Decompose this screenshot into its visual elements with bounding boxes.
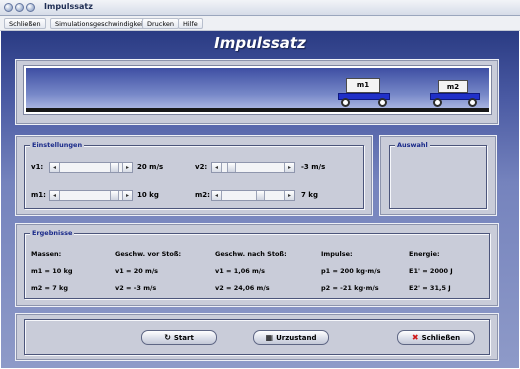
- menu-item-drucken[interactable]: Drucken: [142, 18, 180, 29]
- window-title: Impulssatz: [44, 2, 93, 11]
- menu-bar: Schließen Simulationsgeschwindigkeit Dru…: [0, 16, 520, 31]
- reset-button-label: Urzustand: [276, 333, 317, 342]
- start-button[interactable]: ↻ Start: [141, 330, 217, 345]
- settings-legend: Einstellungen: [30, 141, 85, 149]
- m1-value: 10 kg: [137, 191, 159, 199]
- result-v2-before: v2 = -3 m/s: [115, 284, 157, 292]
- maximize-icon[interactable]: [26, 3, 35, 12]
- result-p1: p1 = 200 kg·m/s: [321, 267, 381, 275]
- button-panel: ↻ Start ▦ Urzustand ✖ Schließen: [15, 313, 499, 361]
- settings-panel: Einstellungen v1: ◂ ▸ 20 m/s v2: ◂ ▸ -3 …: [15, 135, 373, 216]
- v1-label: v1:: [31, 163, 44, 171]
- results-header-nach: Geschw. nach Stoß:: [215, 250, 287, 258]
- minimize-icon[interactable]: [15, 3, 24, 12]
- settings-group: Einstellungen v1: ◂ ▸ 20 m/s v2: ◂ ▸ -3 …: [24, 141, 364, 209]
- restart-icon: ↻: [164, 332, 171, 342]
- menu-item-simulationsgeschwindigkeit[interactable]: Simulationsgeschwindigkeit: [50, 18, 151, 29]
- result-e2: E2' = 31,5 J: [409, 284, 451, 292]
- m2-slider[interactable]: ◂ ▸: [211, 190, 295, 201]
- result-p2: p2 = -21 kg·m/s: [321, 284, 379, 292]
- slider-thumb[interactable]: [110, 191, 119, 200]
- results-group: Ergebnisse Massen: Geschw. vor Stoß: Ges…: [24, 229, 490, 299]
- page-title: Impulssatz: [214, 34, 306, 52]
- result-m1: m1 = 10 kg: [31, 267, 73, 275]
- arrow-right-icon[interactable]: ▸: [284, 191, 294, 200]
- title-bar: Impulssatz: [0, 0, 520, 16]
- v1-slider[interactable]: ◂ ▸: [49, 162, 133, 173]
- slider-thumb[interactable]: [227, 163, 236, 172]
- simulation-panel: m1 m2: [15, 59, 499, 125]
- slider-thumb[interactable]: [110, 163, 119, 172]
- wheel-icon: [378, 98, 387, 107]
- result-v1-after: v1 = 1,06 m/s: [215, 267, 266, 275]
- arrow-right-icon[interactable]: ▸: [122, 191, 132, 200]
- results-header-energie: Energie:: [409, 250, 440, 258]
- cart-m2-label: m2: [438, 80, 468, 93]
- m1-label: m1:: [31, 191, 46, 199]
- simulation-canvas: m1 m2: [23, 65, 492, 115]
- wheel-icon: [341, 98, 350, 107]
- results-legend: Ergebnisse: [30, 229, 75, 237]
- arrow-left-icon[interactable]: ◂: [212, 191, 222, 200]
- slider-thumb[interactable]: [256, 191, 265, 200]
- main-area: Impulssatz m1 m2 Einstellungen v1: ◂ ▸ 2…: [1, 31, 519, 368]
- arrow-left-icon[interactable]: ◂: [212, 163, 222, 172]
- selection-legend: Auswahl: [395, 141, 430, 149]
- start-button-label: Start: [173, 333, 194, 342]
- m2-label: m2:: [195, 191, 210, 199]
- result-e1: E1' = 2000 J: [409, 267, 453, 275]
- reset-button[interactable]: ▦ Urzustand: [253, 330, 329, 345]
- arrow-left-icon[interactable]: ◂: [50, 191, 60, 200]
- ground-line: [26, 108, 489, 112]
- results-header-massen: Massen:: [31, 250, 62, 258]
- result-v1-before: v1 = 20 m/s: [115, 267, 159, 275]
- close-button[interactable]: ✖ Schließen: [397, 330, 475, 345]
- selection-panel: Auswahl: [379, 135, 497, 216]
- menu-item-schliessen[interactable]: Schließen: [4, 18, 46, 29]
- v2-value: -3 m/s: [301, 163, 326, 171]
- wheel-icon: [468, 98, 477, 107]
- v2-slider[interactable]: ◂ ▸: [211, 162, 295, 173]
- v1-value: 20 m/s: [137, 163, 164, 171]
- m2-value: 7 kg: [301, 191, 318, 199]
- result-v2-after: v2 = 24,06 m/s: [215, 284, 270, 292]
- results-header-impulse: Impulse:: [321, 250, 353, 258]
- close-button-label: Schließen: [421, 333, 461, 342]
- arrow-right-icon[interactable]: ▸: [284, 163, 294, 172]
- grid-icon: ▦: [265, 332, 274, 342]
- m1-slider[interactable]: ◂ ▸: [49, 190, 133, 201]
- arrow-left-icon[interactable]: ◂: [50, 163, 60, 172]
- results-header-vor: Geschw. vor Stoß:: [115, 250, 182, 258]
- selection-group: Auswahl: [389, 141, 487, 209]
- button-group: ↻ Start ▦ Urzustand ✖ Schließen: [24, 319, 490, 355]
- close-x-icon: ✖: [411, 332, 419, 342]
- result-m2: m2 = 7 kg: [31, 284, 69, 292]
- arrow-right-icon[interactable]: ▸: [122, 163, 132, 172]
- v2-label: v2:: [195, 163, 208, 171]
- cart-m1-label: m1: [346, 78, 380, 93]
- results-panel: Ergebnisse Massen: Geschw. vor Stoß: Ges…: [15, 223, 499, 307]
- wheel-icon: [433, 98, 442, 107]
- window-menu-icon[interactable]: [4, 3, 13, 12]
- menu-item-hilfe[interactable]: Hilfe: [178, 18, 203, 29]
